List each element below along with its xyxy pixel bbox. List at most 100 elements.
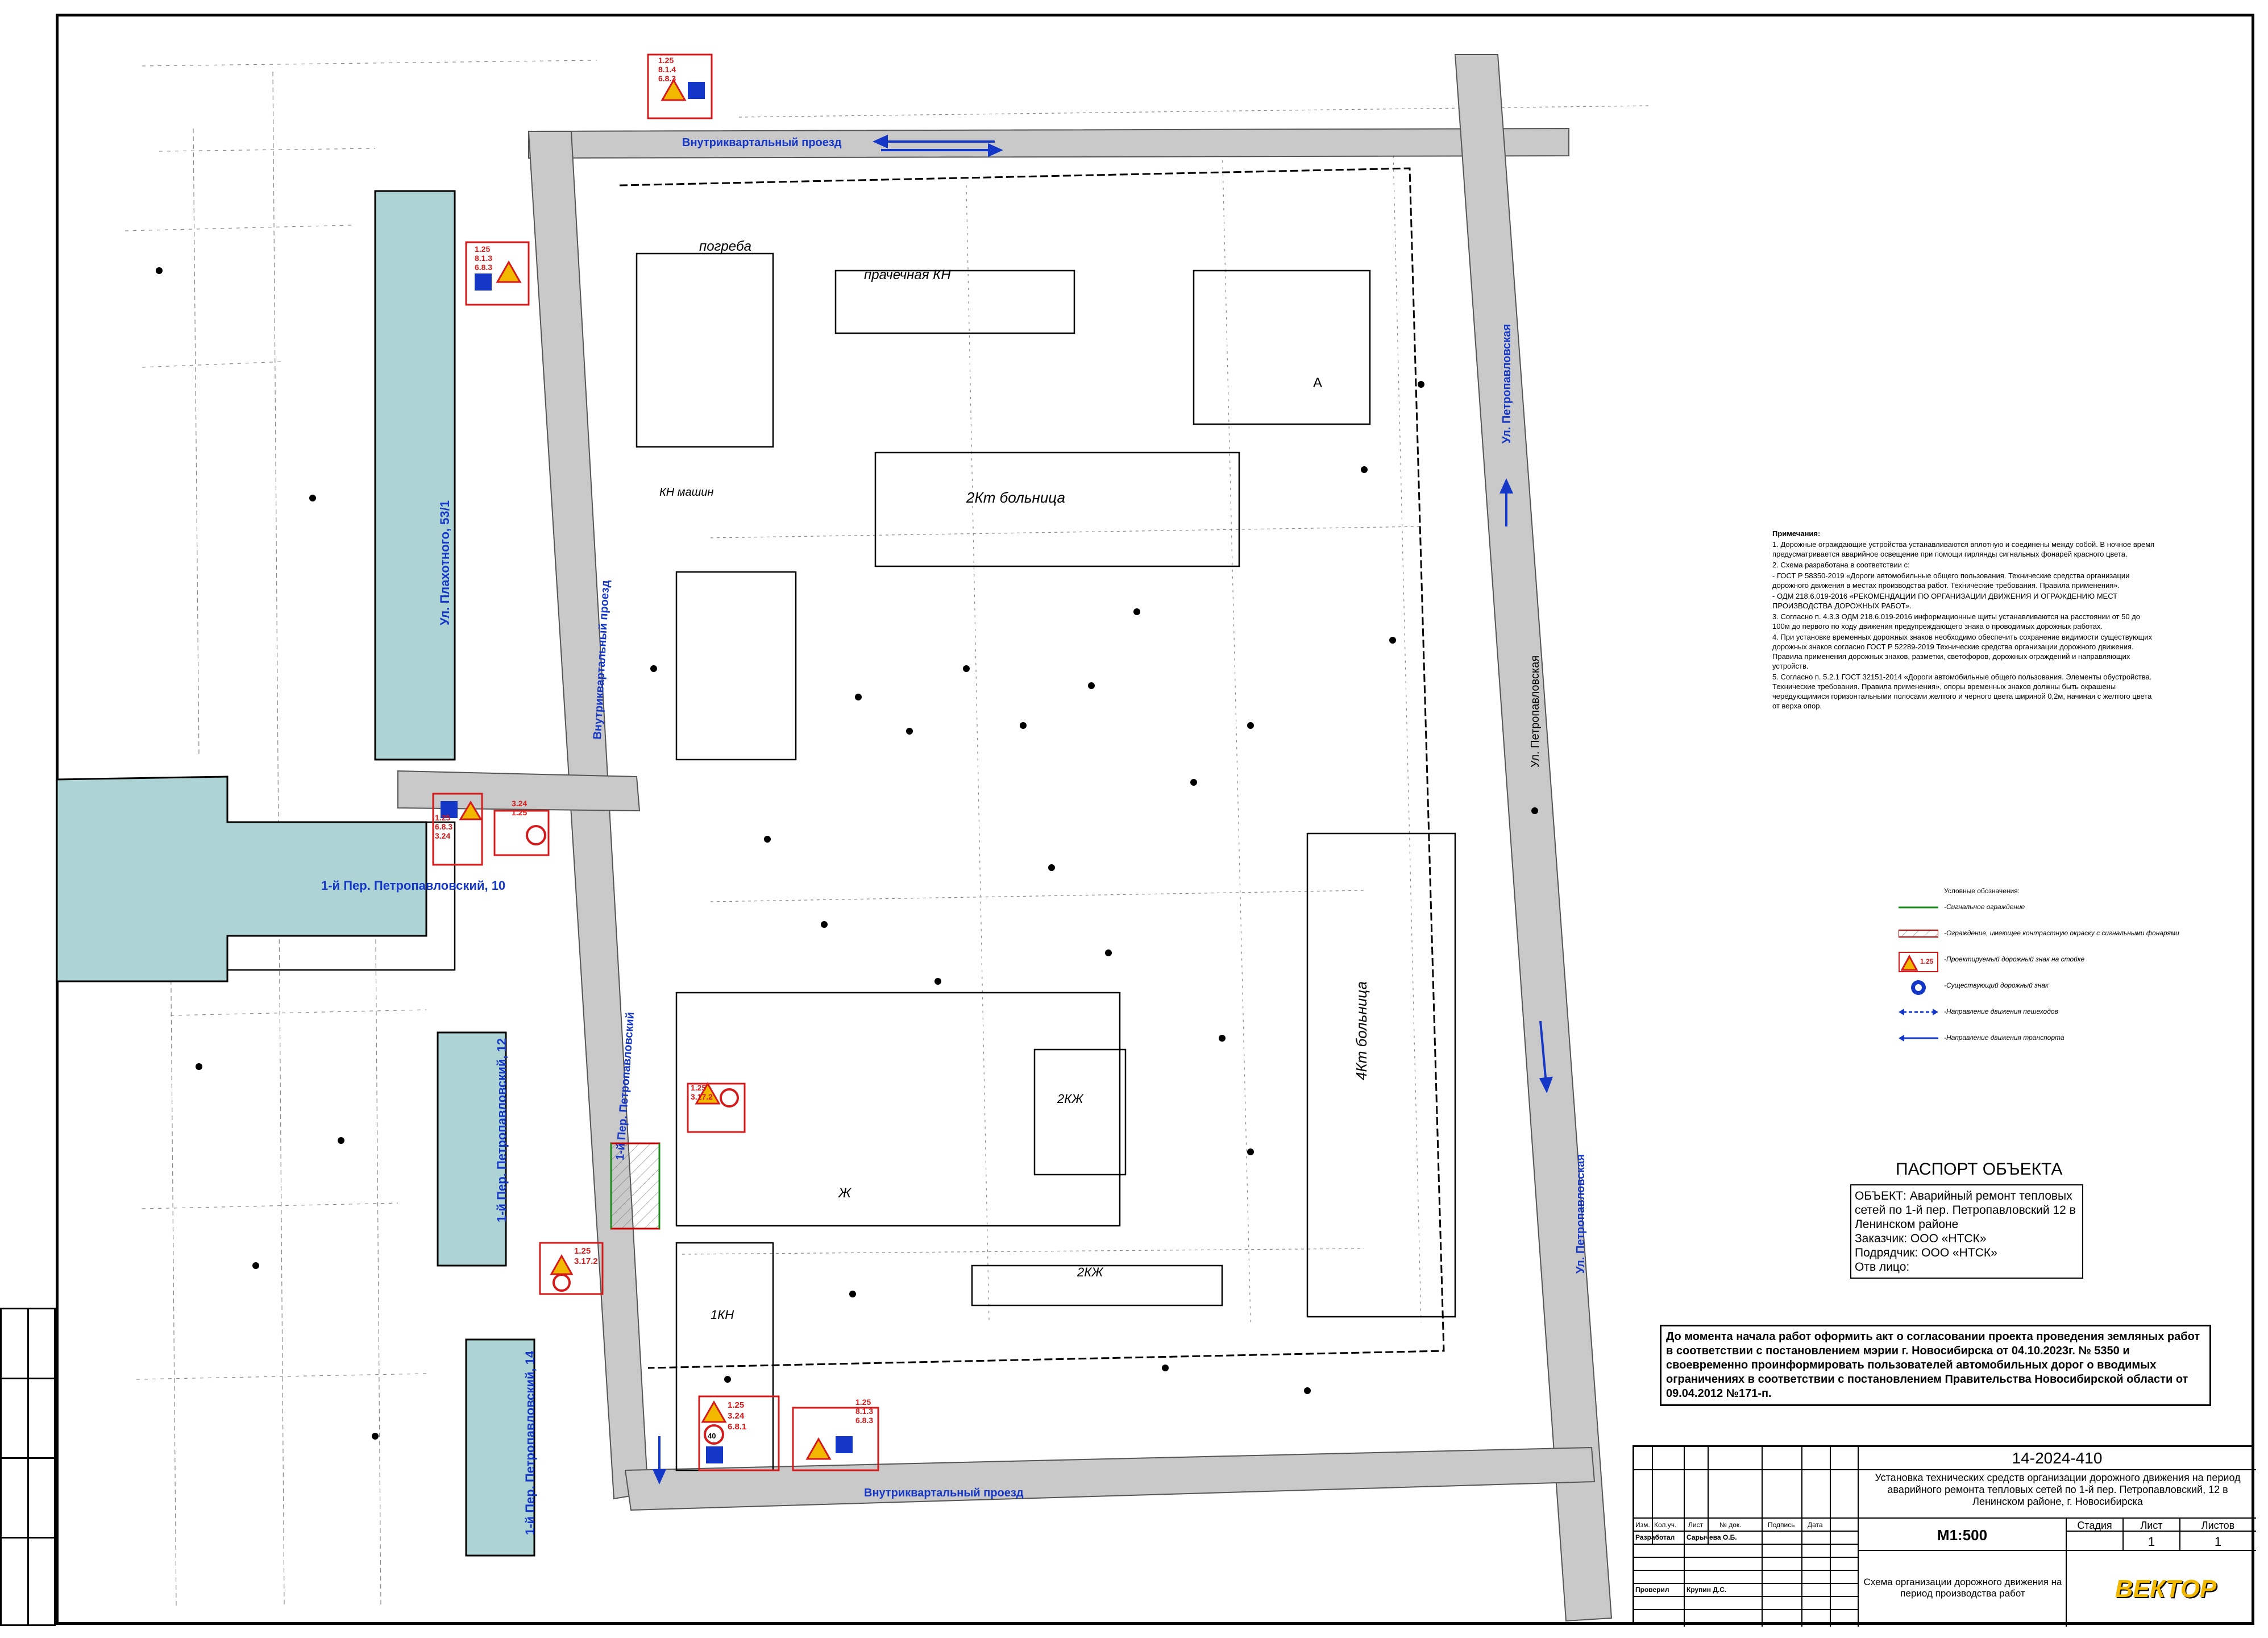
sign-code: 3.24	[512, 799, 527, 808]
building-label-lane14: 1-й Пер. Петропавловский, 14	[523, 1350, 537, 1535]
passport-object: ОБЪЕКТ: Аварийный ремонт тепловых сетей …	[1855, 1189, 2076, 1231]
barrier-symbol	[1899, 930, 1938, 938]
street-petropavlovskaya-lower: Ул. Петропавловская	[1575, 1154, 1587, 1274]
map-label-zh: Ж	[838, 1185, 851, 1201]
sign-code: 8.1.3	[475, 254, 493, 263]
legend-sample-sign: 1.25	[1920, 957, 1934, 965]
street-inner-top: Внутриквартальный проезд	[682, 136, 842, 149]
map-label-bolnica-2: 4Кт больница	[1353, 981, 1370, 1080]
legend-row-transport: -Направление движения транспорта	[1899, 1030, 2183, 1056]
sign-code: 1.25	[691, 1083, 707, 1092]
col-izm: Изм.	[1635, 1521, 1650, 1529]
existing-sign-icon	[1911, 980, 1926, 995]
sign-cluster-codes-4: 3.24 1.25	[512, 799, 527, 817]
sign-code: 3.24	[728, 1411, 745, 1421]
title-block: 14-2024-410 Установка технических средст…	[1633, 1445, 2256, 1627]
legend-text: -Направление движения транспорта	[1944, 1034, 2065, 1042]
pedestrian-arrow-icon	[1899, 1009, 1938, 1015]
direction-arrows	[652, 134, 1553, 1484]
map-label-kn-mashin: КН машин	[659, 486, 714, 499]
col-date: Дата	[1808, 1521, 1823, 1529]
note-item: 3. Согласно п. 4.3.3 ОДМ 218.6.019-2016 …	[1772, 612, 2140, 631]
sign-code: 1.25	[658, 56, 674, 65]
checked-name: Крупин Д.С.	[1687, 1586, 1727, 1594]
buildings	[57, 190, 535, 1557]
building-label-lane12: 1-й Пер. Петропавловский, 12	[495, 1038, 509, 1222]
note-item: 2. Схема разработана в соответствии с:	[1772, 561, 1910, 569]
building-label-plakhotnogo: Ул. Плахотного, 53/1	[438, 500, 452, 625]
legend-text: -Существующий дорожный знак	[1944, 981, 2049, 989]
drawing-code: 14-2024-410	[2012, 1449, 2103, 1467]
legend-text: -Проектируемый дорожный знак на стойке	[1944, 955, 2085, 963]
sheet-value: 1	[2147, 1535, 2155, 1549]
sign-code: 6.8.1	[728, 1422, 747, 1432]
sign-cluster-codes-5: 1.25 3.17.2	[691, 1083, 713, 1101]
sign-cluster-codes-6: 1.25 3.17.2	[574, 1246, 598, 1267]
site-plan-map	[57, 53, 1648, 1622]
drawing-name: Схема организации дорожного движения на …	[1863, 1577, 2062, 1599]
legend-text: -Направление движения пешеходов	[1944, 1007, 2058, 1015]
sheet-label: Лист	[2140, 1520, 2163, 1531]
structure-lower-left	[675, 1242, 774, 1471]
sign-code: 1.25	[475, 244, 491, 254]
note-item: 5. Согласно п. 5.2.1 ГОСТ 32151-2014 «До…	[1772, 673, 2152, 710]
passport-box: ОБЪЕКТ: Аварийный ремонт тепловых сетей …	[1850, 1184, 2083, 1279]
sign-code: 1.25	[855, 1398, 871, 1407]
sign-cluster-codes-1: 1.25 8.1.4 6.8.3	[658, 56, 676, 83]
legend-row-fence: -Сигнальное ограждение	[1899, 899, 2183, 926]
sign-stand-symbol: 1.25	[1899, 952, 1938, 972]
passport-responsible: Отв лицо:	[1855, 1260, 1910, 1274]
sign-code: 6.8.3	[855, 1416, 874, 1425]
fence-symbol	[1899, 906, 1938, 909]
building-label-lane10: 1-й Пер. Петропавловский, 10	[321, 878, 506, 893]
legend-row-pedestrian: -Направление движения пешеходов	[1899, 1004, 2183, 1030]
permit-notice: До момента начала работ оформить акт о с…	[1660, 1325, 2211, 1406]
notes-heading: Примечания:	[1772, 529, 1821, 538]
legend-text: -Ограждение, имеющее контрастную окраску…	[1944, 929, 2179, 937]
sheets-value: 1	[2214, 1535, 2222, 1549]
scale-label: М1:500	[1937, 1527, 1988, 1544]
street-petropavlovskaya-mid: Ул. Петропавловская	[1529, 655, 1542, 768]
passport-customer: Заказчик: ООО «НТСК»	[1855, 1232, 1987, 1245]
sign-code: 6.8.3	[658, 74, 676, 83]
passport-contractor: Подрядчик: ООО «НТСК»	[1855, 1246, 1997, 1259]
road-inner-bottom	[624, 1446, 1596, 1511]
structure-2kzh	[1033, 1048, 1127, 1176]
col-list: Лист	[1688, 1521, 1704, 1529]
transport-arrow-icon	[1899, 1035, 1938, 1042]
sign-code: 3.24	[435, 831, 451, 840]
legend-row-sign-stand: 1.25 -Проектируемый дорожный знак на сто…	[1899, 952, 2183, 978]
col-sign: Подпись	[1768, 1521, 1795, 1529]
sign-cluster-codes-8: 1.25 8.1.3 6.8.3	[855, 1398, 873, 1425]
map-label-a: А	[1313, 375, 1323, 391]
map-label-1kn: 1КН	[711, 1308, 734, 1322]
structure-bolnica-2	[1306, 832, 1456, 1318]
sign-code: 1.25	[435, 813, 451, 822]
sheets-label: Листов	[2201, 1520, 2235, 1531]
legend-heading: Условные обозначения:	[1944, 887, 2020, 895]
sign-code: 3.17.2	[691, 1092, 713, 1101]
sign-code: 1.25	[512, 808, 527, 817]
sign-code: 6.8.3	[435, 822, 453, 831]
notes-block: Примечания: 1. Дорожные ограждающие устр…	[1772, 529, 2159, 712]
map-label-2kzh: 2КЖ	[1057, 1092, 1083, 1106]
structure-assoc	[1193, 269, 1371, 425]
map-label-2kzh-2: 2КЖ	[1077, 1265, 1103, 1279]
sign-code: 8.1.4	[658, 65, 676, 74]
note-item: - ГОСТ Р 58350-2019 «Дороги автомобильны…	[1772, 571, 2130, 590]
col-doc: № док.	[1719, 1521, 1742, 1529]
note-item: 1. Дорожные ограждающие устройства устан…	[1772, 540, 2155, 558]
checked-label: Проверил	[1635, 1586, 1669, 1594]
map-label-pogreba: погреба	[699, 239, 751, 254]
street-inner-bottom: Внутриквартальный проезд	[864, 1487, 1024, 1499]
sign-cluster-codes-7: 1.25 3.24 6.8.1	[728, 1400, 746, 1432]
block-fence	[619, 167, 1445, 1369]
road-petropavlovskaya	[1454, 54, 1613, 1622]
passport-title: ПАСПОРТ ОБЪЕКТА	[1896, 1160, 2063, 1179]
map-label-prachechnaya: прачечная КН	[864, 267, 951, 283]
structure-bolnica-1	[874, 451, 1240, 567]
drawing-description: Установка технических средств организаци…	[1875, 1472, 2241, 1507]
legend-row-existing-sign: -Существующий дорожный знак	[1899, 978, 2183, 1004]
note-item: 4. При установке временных дорожных знак…	[1772, 633, 2153, 670]
structure-pogreba	[635, 252, 774, 448]
